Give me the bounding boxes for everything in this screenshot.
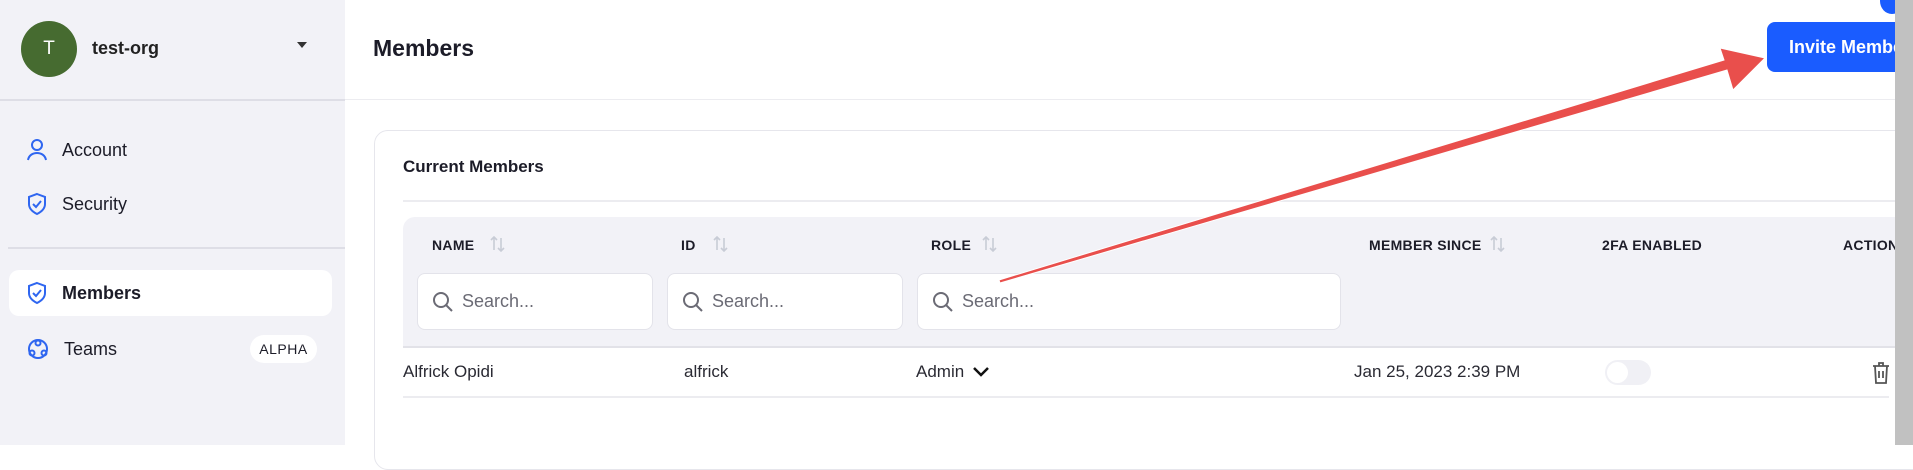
- scrollbar[interactable]: [1895, 0, 1913, 445]
- annotation-arrow: [998, 47, 1766, 284]
